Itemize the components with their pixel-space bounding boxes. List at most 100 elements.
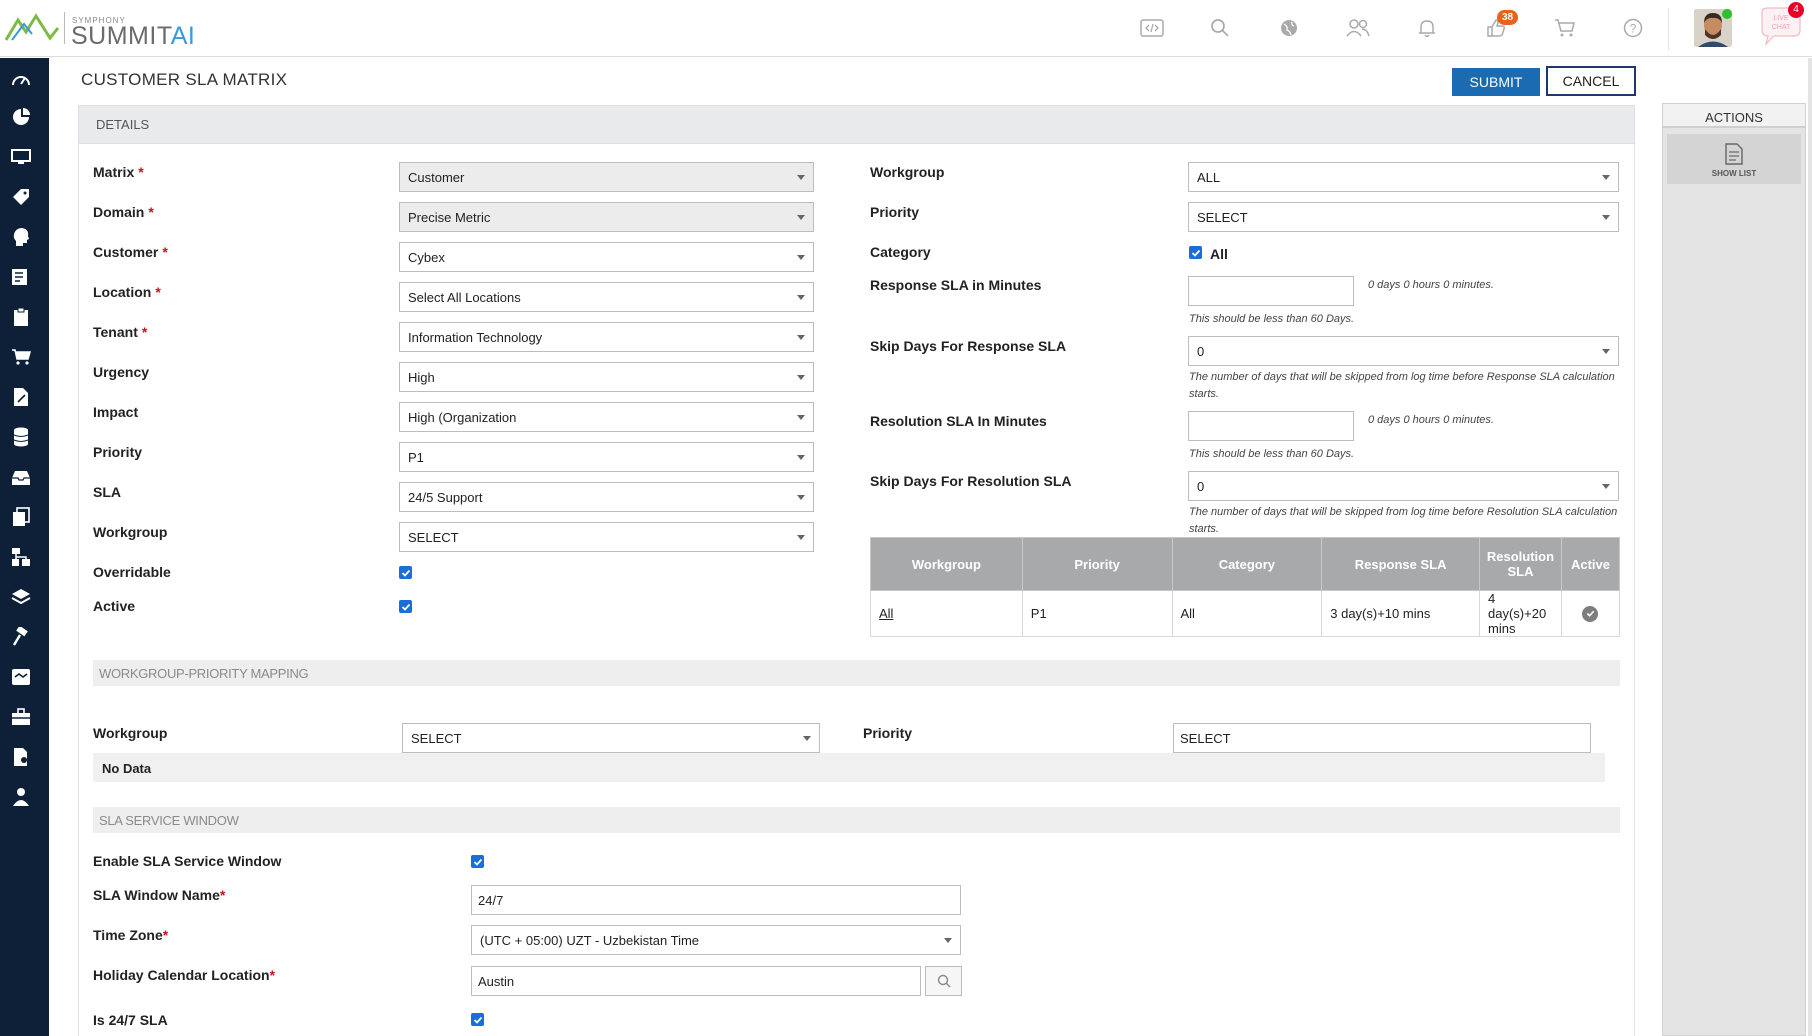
col-response-sla[interactable]: Response SLA bbox=[1321, 537, 1480, 591]
actions-panel: ACTIONS SHOW LIST bbox=[1662, 103, 1806, 1036]
domain-select[interactable]: Precise Metric bbox=[399, 202, 814, 232]
monitor-icon[interactable] bbox=[10, 146, 32, 168]
holiday-location-label: Holiday Calendar Location* bbox=[93, 967, 276, 983]
workgroup-select[interactable]: SELECT bbox=[399, 522, 814, 552]
col-resolution-sla[interactable]: Resolution SLA bbox=[1479, 537, 1562, 591]
sla-select[interactable]: 24/5 Support bbox=[399, 482, 814, 512]
hierarchy-icon[interactable] bbox=[10, 546, 32, 568]
col-workgroup[interactable]: Workgroup bbox=[870, 537, 1023, 591]
mapping-priority-label: Priority bbox=[863, 725, 913, 741]
chevron-down-icon bbox=[1602, 484, 1610, 489]
skip-resolution-label: Skip Days For Resolution SLA bbox=[870, 473, 1072, 489]
row-workgroup-link[interactable]: All bbox=[870, 590, 1023, 637]
skip-response-select[interactable]: 0 bbox=[1188, 336, 1619, 366]
hammer-icon[interactable] bbox=[10, 626, 32, 648]
is-247-label: Is 24/7 SLA bbox=[93, 1012, 168, 1028]
mapping-no-data: No Data bbox=[93, 753, 1605, 782]
mapping-workgroup-select[interactable]: SELECT bbox=[402, 723, 820, 753]
pie-chart-icon[interactable] bbox=[10, 106, 32, 128]
cancel-button[interactable]: CANCEL bbox=[1546, 66, 1636, 96]
mapping-priority-input[interactable]: SELECT bbox=[1173, 723, 1591, 753]
scrollbar[interactable] bbox=[1808, 58, 1812, 1036]
active-label: Active bbox=[93, 598, 136, 614]
matrix-label: Matrix * bbox=[93, 164, 144, 180]
clipboard-icon[interactable] bbox=[10, 306, 32, 328]
time-zone-label: Time Zone* bbox=[93, 927, 169, 943]
time-zone-select[interactable]: (UTC + 05:00) UZT - Uzbekistan Time bbox=[471, 925, 961, 955]
globe-icon[interactable] bbox=[1275, 14, 1303, 42]
overridable-checkbox[interactable] bbox=[399, 566, 412, 579]
is-247-checkbox[interactable] bbox=[471, 1013, 484, 1026]
location-label: Location * bbox=[93, 284, 161, 300]
cart-icon[interactable] bbox=[10, 346, 32, 368]
col-priority[interactable]: Priority bbox=[1021, 537, 1173, 591]
col-category[interactable]: Category bbox=[1171, 537, 1323, 591]
right-workgroup-select[interactable]: ALL bbox=[1188, 162, 1619, 192]
document-person-icon[interactable] bbox=[10, 746, 32, 768]
show-list-button[interactable]: SHOW LIST bbox=[1667, 134, 1801, 184]
category-all-label: All bbox=[1210, 246, 1228, 262]
details-section-label: DETAILS bbox=[96, 117, 150, 132]
active-checkbox[interactable] bbox=[399, 600, 412, 613]
bell-icon[interactable] bbox=[1413, 14, 1441, 42]
users-icon[interactable] bbox=[1344, 14, 1372, 42]
overridable-label: Overridable bbox=[93, 564, 171, 580]
holiday-location-input[interactable]: Austin bbox=[471, 966, 921, 996]
database-icon[interactable] bbox=[10, 426, 32, 448]
code-icon[interactable] bbox=[1138, 14, 1166, 42]
help-icon[interactable]: ? bbox=[1619, 14, 1647, 42]
tray-icon[interactable] bbox=[10, 586, 32, 608]
row-response-sla: 3 day(s)+10 mins bbox=[1321, 590, 1480, 637]
chevron-down-icon bbox=[803, 736, 811, 741]
enable-service-window-checkbox[interactable] bbox=[471, 855, 484, 868]
skip-resolution-hint-1: The number of days that will be skipped … bbox=[1189, 506, 1618, 518]
inbox-icon[interactable] bbox=[10, 466, 32, 488]
resolution-sla-duration: 0 days 0 hours 0 minutes. bbox=[1368, 414, 1494, 426]
table-row: All P1 All 3 day(s)+10 mins 4 day(s)+20 m… bbox=[870, 590, 1621, 637]
svg-text:CHAT: CHAT bbox=[1772, 24, 1791, 31]
top-bar: SYMPHONY SUMMITAI 38 ? LIVE CHAT 4 bbox=[0, 0, 1812, 57]
person-head-icon[interactable] bbox=[10, 226, 32, 248]
mapping-section-header: WORKGROUP-PRIORITY MAPPING bbox=[93, 660, 1620, 686]
copy-edit-icon[interactable] bbox=[10, 506, 32, 528]
edit-list-icon[interactable] bbox=[10, 266, 32, 288]
submit-button[interactable]: SUBMIT bbox=[1452, 68, 1540, 96]
chevron-down-icon bbox=[797, 415, 805, 420]
briefcase-icon[interactable] bbox=[10, 706, 32, 728]
response-sla-label: Response SLA in Minutes bbox=[870, 277, 1042, 293]
urgency-select[interactable]: High bbox=[399, 362, 814, 392]
holiday-search-button[interactable] bbox=[925, 966, 962, 996]
tenant-label: Tenant * bbox=[93, 324, 148, 340]
impact-select[interactable]: High (Organization bbox=[399, 402, 814, 432]
dashboard-icon[interactable] bbox=[10, 68, 32, 90]
right-priority-select[interactable]: SELECT bbox=[1188, 202, 1619, 232]
priority-label: Priority bbox=[93, 444, 143, 460]
resolution-sla-label: Resolution SLA In Minutes bbox=[870, 413, 1047, 429]
search-icon[interactable] bbox=[1206, 14, 1234, 42]
resolution-sla-input[interactable] bbox=[1188, 411, 1354, 441]
enable-service-window-label: Enable SLA Service Window bbox=[93, 853, 282, 869]
tag-icon[interactable] bbox=[10, 186, 32, 208]
handshake-icon[interactable] bbox=[10, 666, 32, 688]
chevron-down-icon bbox=[797, 495, 805, 500]
skip-response-label: Skip Days For Response SLA bbox=[870, 338, 1067, 354]
priority-select[interactable]: P1 bbox=[399, 442, 814, 472]
category-all-checkbox[interactable] bbox=[1189, 246, 1202, 259]
user-tie-icon[interactable] bbox=[10, 786, 32, 808]
customer-select[interactable]: Cybex bbox=[399, 242, 814, 272]
response-sla-hint: This should be less than 60 Days. bbox=[1189, 313, 1355, 325]
skip-resolution-select[interactable]: 0 bbox=[1188, 471, 1619, 501]
window-name-input[interactable]: 24/7 bbox=[471, 885, 961, 915]
tenant-select[interactable]: Information Technology bbox=[399, 322, 814, 352]
chevron-down-icon bbox=[1602, 175, 1610, 180]
matrix-select[interactable]: Customer bbox=[399, 162, 814, 192]
chevron-down-icon bbox=[797, 175, 805, 180]
location-select[interactable]: Select All Locations bbox=[399, 282, 814, 312]
document-edit-icon[interactable] bbox=[10, 386, 32, 408]
skip-response-hint-2: starts. bbox=[1189, 388, 1219, 400]
response-sla-input[interactable] bbox=[1188, 276, 1354, 306]
cart-icon[interactable] bbox=[1551, 14, 1579, 42]
response-sla-duration: 0 days 0 hours 0 minutes. bbox=[1368, 279, 1494, 291]
col-active[interactable]: Active bbox=[1560, 537, 1621, 591]
logo-brand-name: SUMMITAI bbox=[71, 22, 195, 51]
